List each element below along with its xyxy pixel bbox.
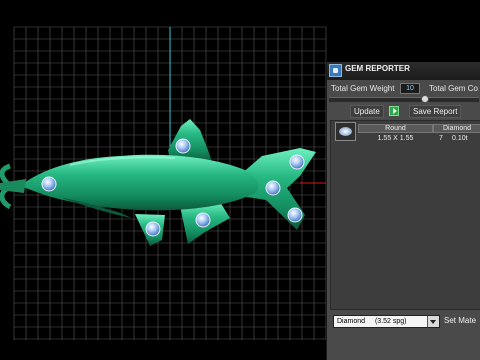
column-header-shape: Round [358,124,433,133]
gem-size-cell: 1.55 X 1.55 [377,135,414,142]
gem-marker[interactable] [145,221,161,237]
round-gem-icon[interactable] [335,122,356,141]
play-arrow-icon[interactable] [389,106,399,116]
column-header-material: Diamond [433,124,480,133]
total-count-label: Total Gem Co [429,84,478,93]
material-sg: (3.52 spg) [374,318,407,325]
total-weight-label: Total Gem Weight [331,84,395,93]
total-weight-field[interactable]: 10 [400,83,420,94]
gem-marker[interactable] [41,176,57,192]
gem-list: Round Diamond 1.55 X 1.55 7 0.10t [330,120,480,310]
set-material-button[interactable]: Set Mate [444,316,476,325]
slider-knob[interactable] [421,95,429,103]
gem-marker[interactable] [287,207,303,223]
gem-reporter-logo-icon [329,64,342,77]
panel-title: GEM REPORTER [345,64,410,73]
gem-marker[interactable] [175,138,191,154]
material-name: Diamond [337,318,366,325]
gem-marker[interactable] [289,154,305,170]
gem-marker[interactable] [265,180,281,196]
material-select[interactable]: Diamond (3.52 spg) [333,315,440,328]
chevron-down-icon[interactable] [427,316,439,327]
gem-marker[interactable] [195,212,211,228]
update-button[interactable]: Update [350,105,384,118]
panel-titlebar: GEM REPORTER [327,62,480,80]
gem-count-cell: 7 [439,135,443,142]
gem-weight-cell: 0.10t [452,135,468,142]
panel-slider[interactable] [329,95,479,103]
save-report-button[interactable]: Save Report [409,105,462,118]
